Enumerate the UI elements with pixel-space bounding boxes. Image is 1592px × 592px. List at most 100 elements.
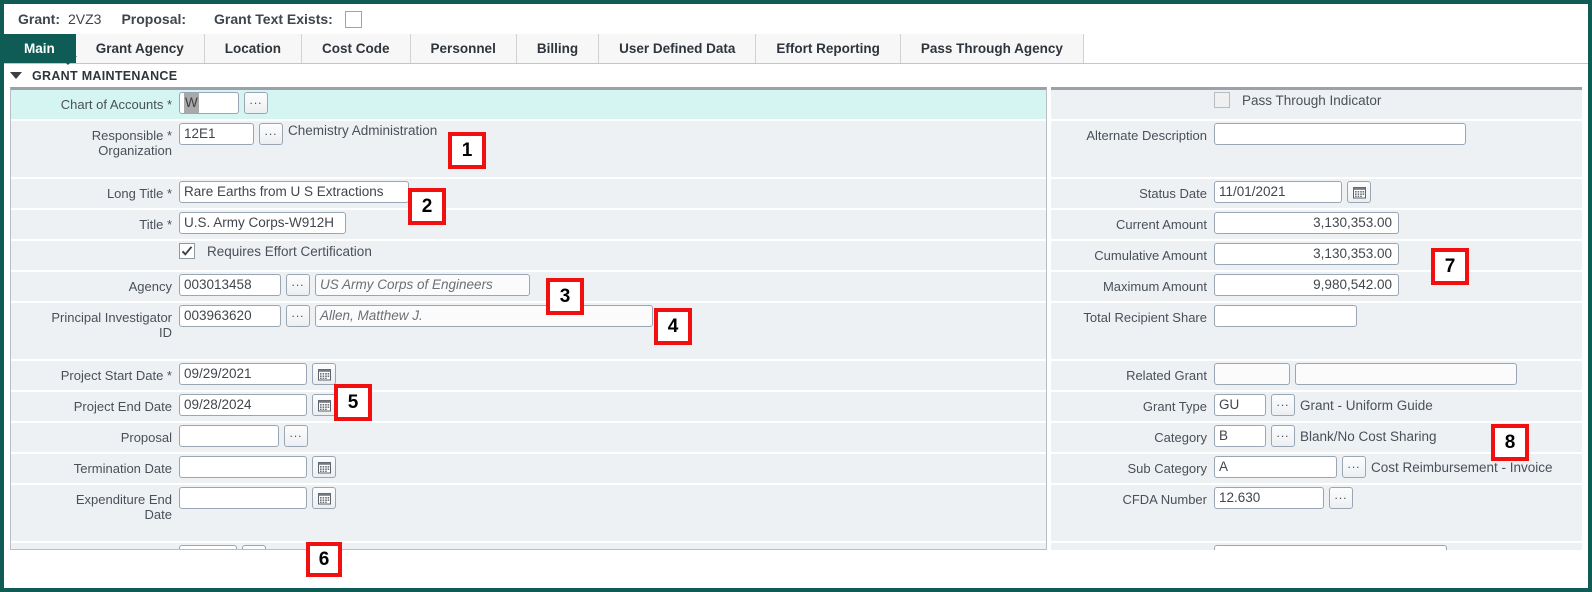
tab-cost-code[interactable]: Cost Code: [302, 34, 411, 63]
proposal-input[interactable]: [179, 425, 279, 447]
maximum-amount-input[interactable]: 9,980,542.00: [1214, 274, 1399, 296]
termination-date-input[interactable]: [179, 456, 307, 478]
project-start-date-input[interactable]: 09/29/2021: [179, 363, 307, 385]
tab-location[interactable]: Location: [204, 34, 303, 63]
category-description: Blank/No Cost Sharing: [1300, 428, 1437, 444]
principal-investigator-name-display: Allen, Matthew J.: [315, 305, 653, 327]
sponsor-id-input[interactable]: W912HZ-21-2-0048: [1214, 545, 1447, 550]
tab-pass-through-agency[interactable]: Pass Through Agency: [900, 34, 1084, 63]
principal-investigator-lookup-icon[interactable]: ...: [286, 305, 310, 327]
grant-maintenance-window: Grant: 2VZ3 Proposal: Grant Text Exists:…: [0, 0, 1592, 592]
row-proposal: Proposal ...: [11, 423, 1046, 452]
row-status-date: Status Date 11/01/2021: [1051, 179, 1582, 208]
principal-investigator-input[interactable]: 003963620: [179, 305, 281, 327]
row-related-grant: Related Grant: [1051, 361, 1582, 390]
related-grant-code-input[interactable]: [1214, 363, 1290, 385]
alternate-description-input[interactable]: [1214, 123, 1466, 145]
related-grant-name-input[interactable]: [1295, 363, 1517, 385]
category-lookup-icon[interactable]: ...: [1271, 425, 1295, 447]
callout-marker-8: 8: [1491, 424, 1529, 461]
page-title: GRANT MAINTENANCE: [32, 68, 178, 83]
current-amount-input[interactable]: 3,130,353.00: [1214, 212, 1399, 234]
proposal-label: Proposal:: [121, 11, 187, 27]
principal-investigator-label: Principal Investigator ID: [51, 310, 172, 340]
status-date-input[interactable]: 11/01/2021: [1214, 181, 1342, 203]
agency-lookup-icon[interactable]: ...: [286, 274, 310, 296]
row-chart-of-accounts: Chart of Accounts * W ...: [11, 90, 1046, 119]
row-current-amount: Current Amount 3,130,353.00: [1051, 210, 1582, 239]
sub-category-lookup-icon[interactable]: ...: [1342, 456, 1366, 478]
expenditure-end-date-calendar-icon[interactable]: [312, 487, 336, 509]
row-agency: Agency 003013458 ... US Army Corps of En…: [11, 272, 1046, 301]
status-date-calendar-icon[interactable]: [1347, 181, 1371, 203]
agency-name-display: US Army Corps of Engineers: [315, 274, 530, 296]
row-project-end-date: Project End Date 09/28/2024: [11, 392, 1046, 421]
grant-type-lookup-icon[interactable]: ...: [1271, 394, 1295, 416]
project-end-date-input[interactable]: 09/28/2024: [179, 394, 307, 416]
category-input[interactable]: B: [1214, 425, 1266, 447]
cfda-number-lookup-icon[interactable]: ...: [1329, 487, 1353, 509]
row-project-start-date: Project Start Date * 09/29/2021: [11, 361, 1046, 390]
cumulative-amount-label: Cumulative Amount: [1094, 248, 1207, 263]
proposal-lookup-icon[interactable]: ...: [284, 425, 308, 447]
grant-type-label: Grant Type: [1142, 399, 1207, 414]
long-title-input[interactable]: Rare Earths from U S Extractions: [179, 181, 409, 203]
cfda-number-input[interactable]: 12.630: [1214, 487, 1324, 509]
chart-of-accounts-lookup-icon[interactable]: ...: [244, 92, 268, 114]
sub-category-input[interactable]: A: [1214, 456, 1337, 478]
row-long-title: Long Title * Rare Earths from U S Extrac…: [11, 179, 1046, 208]
status-label: Status: [11, 545, 179, 549]
row-principal-investigator: Principal Investigator ID 003963620 ... …: [11, 303, 1046, 359]
total-recipient-share-input[interactable]: [1214, 305, 1357, 327]
row-requires-effort-certification: Requires Effort Certification: [11, 241, 1046, 270]
callout-marker-4: 4: [654, 308, 692, 345]
tab-grant-agency[interactable]: Grant Agency: [75, 34, 205, 63]
responsible-organization-input[interactable]: 12E1: [179, 123, 254, 145]
requires-effort-certification-label: Requires Effort Certification: [207, 243, 372, 259]
section-header: GRANT MAINTENANCE: [4, 56, 1588, 87]
sub-category-label: Sub Category: [1127, 461, 1208, 476]
row-responsible-organization: Responsible * Organization 12E1 ... Chem…: [11, 121, 1046, 177]
agency-label: Agency: [128, 279, 172, 294]
active-tab-pointer-icon: [59, 56, 77, 65]
project-end-date-calendar-icon[interactable]: [312, 394, 336, 416]
tab-bar: Main Grant Agency Location Cost Code Personn…: [4, 34, 1588, 64]
callout-marker-5: 5: [334, 384, 372, 421]
chevron-down-icon[interactable]: [10, 72, 22, 79]
requires-effort-certification-checkbox[interactable]: [179, 243, 195, 259]
pass-through-indicator-checkbox[interactable]: [1214, 92, 1230, 108]
termination-date-calendar-icon[interactable]: [312, 456, 336, 478]
tab-billing[interactable]: Billing: [516, 34, 600, 63]
grant-type-description: Grant - Uniform Guide: [1300, 397, 1433, 413]
cumulative-amount-input[interactable]: 3,130,353.00: [1214, 243, 1399, 265]
row-status: Status A ... Active: [11, 543, 1046, 550]
callout-marker-7: 7: [1431, 248, 1469, 285]
long-title-label: Long Title *: [106, 186, 172, 201]
chart-of-accounts-input[interactable]: W: [179, 92, 239, 114]
pass-through-indicator-label: Pass Through Indicator: [1242, 92, 1382, 108]
row-grant-type: Grant Type GU ... Grant - Uniform Guide: [1051, 392, 1582, 421]
title-input[interactable]: U.S. Army Corps-W912H: [179, 212, 346, 234]
row-expenditure-end-date: Expenditure End Date: [11, 485, 1046, 541]
grant-text-exists-checkbox[interactable]: [344, 10, 362, 28]
row-termination-date: Termination Date: [11, 454, 1046, 483]
termination-date-label: Termination Date: [73, 461, 172, 476]
project-start-date-calendar-icon[interactable]: [312, 363, 336, 385]
row-sponsor-id: Sponsor ID W912HZ-21-2-0048: [1051, 543, 1582, 550]
tab-effort-reporting[interactable]: Effort Reporting: [756, 34, 901, 63]
title-label: Title *: [139, 217, 172, 232]
tab-user-defined-data[interactable]: User Defined Data: [599, 34, 757, 63]
tab-personnel[interactable]: Personnel: [410, 34, 517, 63]
status-lookup-icon[interactable]: ...: [242, 545, 266, 549]
grant-text-exists-label: Grant Text Exists:: [214, 11, 333, 27]
agency-input[interactable]: 003013458: [179, 274, 281, 296]
status-input[interactable]: A: [179, 545, 237, 549]
sub-category-description: Cost Reimbursement - Invoice: [1371, 459, 1553, 475]
callout-marker-6: 6: [306, 542, 342, 577]
expenditure-end-date-input[interactable]: [179, 487, 307, 509]
grant-type-input[interactable]: GU: [1214, 394, 1266, 416]
maximum-amount-label: Maximum Amount: [1102, 279, 1207, 294]
status-description: Active: [271, 549, 308, 550]
total-recipient-share-label: Total Recipient Share: [1083, 310, 1207, 325]
responsible-organization-lookup-icon[interactable]: ...: [259, 123, 283, 145]
